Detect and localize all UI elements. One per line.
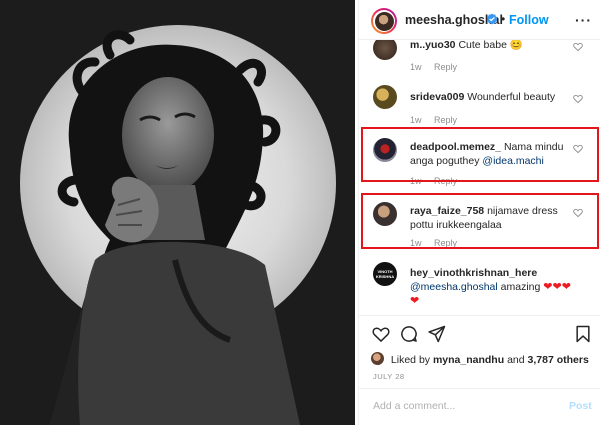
portrait-image bbox=[0, 0, 355, 425]
header-separator: • bbox=[501, 12, 506, 26]
comment-text: srideva009 Wounderful beauty bbox=[410, 90, 572, 104]
liker-avatar[interactable] bbox=[371, 352, 384, 365]
comment-username[interactable]: m..yuo30 bbox=[410, 40, 456, 51]
avatar-picture bbox=[374, 11, 394, 31]
author-avatar[interactable] bbox=[371, 8, 397, 34]
comments-list[interactable]: m..yuo30 Cute babe 😊 1w Reply srideva009… bbox=[359, 40, 600, 315]
comment-username[interactable]: hey_vinothkrishnan_here bbox=[410, 267, 537, 279]
comment-text: hey_vinothkrishnan_here @meesha.ghoshal … bbox=[410, 266, 572, 308]
liker-username[interactable]: myna_nandhu bbox=[433, 354, 504, 366]
comment-meta: 1w Reply bbox=[410, 115, 457, 125]
likes-conjunction: and bbox=[507, 354, 525, 366]
avatar-brand-text: VINOTH KRISHNA bbox=[375, 269, 395, 279]
bookmark-icon[interactable] bbox=[573, 324, 593, 344]
comment-mention[interactable]: @meesha.ghoshal bbox=[410, 281, 498, 293]
reply-button[interactable]: Reply bbox=[434, 115, 457, 125]
likes-prefix: Liked by bbox=[390, 354, 431, 366]
post-actions: Liked by myna_nandhu and 3,787 others JU… bbox=[359, 315, 600, 425]
comment-body: Cute babe bbox=[458, 40, 507, 51]
likes-summary: Liked by myna_nandhu and 3,787 others bbox=[371, 352, 589, 366]
like-heart-icon[interactable] bbox=[371, 324, 391, 344]
reply-button[interactable]: Reply bbox=[434, 62, 457, 72]
comment-avatar[interactable] bbox=[373, 85, 397, 109]
comment-time: 1w bbox=[410, 62, 422, 72]
comment-username[interactable]: srideva009 bbox=[410, 91, 464, 103]
comment-body: amazing bbox=[500, 281, 541, 293]
comment-time: 1w bbox=[410, 115, 422, 125]
comment-avatar[interactable] bbox=[373, 40, 397, 60]
post-photo[interactable] bbox=[0, 0, 355, 425]
follow-button[interactable]: Follow bbox=[509, 13, 549, 27]
post-comment-button[interactable]: Post bbox=[569, 400, 592, 412]
add-comment-input[interactable] bbox=[371, 399, 555, 413]
post-side-panel: meesha.ghoshal • Follow ··· m..yuo30 Cut… bbox=[358, 0, 600, 425]
post-date: JULY 28 bbox=[373, 372, 405, 381]
add-comment-bar: Post bbox=[359, 388, 600, 426]
comment-like-heart-icon[interactable] bbox=[573, 42, 583, 52]
comment-highlight-box bbox=[361, 193, 599, 249]
post-header: meesha.ghoshal • Follow ··· bbox=[359, 0, 600, 40]
comment-avatar[interactable]: VINOTH KRISHNA bbox=[373, 262, 397, 286]
likes-count[interactable]: 3,787 others bbox=[528, 354, 589, 366]
verified-badge-icon bbox=[486, 13, 498, 25]
comment-highlight-box bbox=[361, 127, 599, 182]
smile-emoji-icon: 😊 bbox=[509, 40, 523, 51]
comment-icon[interactable] bbox=[399, 324, 419, 344]
comment-like-heart-icon[interactable] bbox=[573, 94, 583, 104]
comment-text: m..yuo30 Cute babe 😊 bbox=[410, 40, 572, 52]
comment-meta: 1w Reply bbox=[410, 62, 457, 72]
more-options-button[interactable]: ··· bbox=[575, 12, 592, 28]
comment-body: Wounderful beauty bbox=[467, 91, 556, 103]
share-icon[interactable] bbox=[427, 324, 447, 344]
